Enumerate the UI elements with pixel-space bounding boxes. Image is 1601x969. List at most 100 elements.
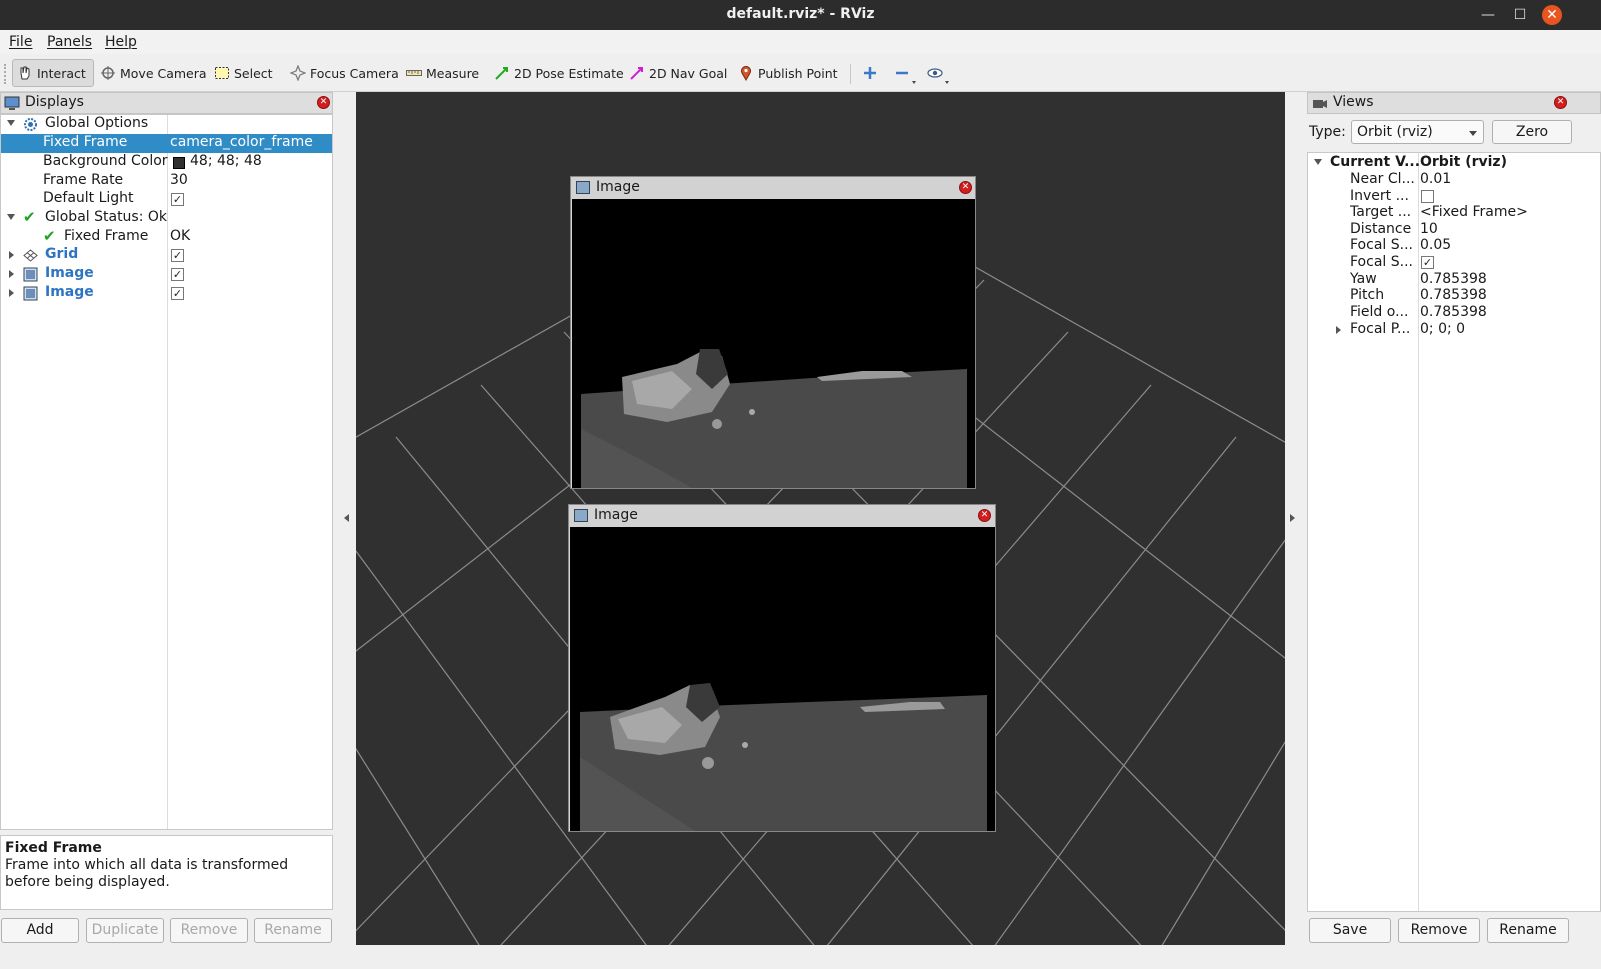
tree-row-focal-shape-fixed[interactable]: Focal S... ✓ <box>1308 254 1600 271</box>
image-2-label: Image <box>45 284 94 300</box>
tree-row-near-clip[interactable]: Near Cl... 0.01 <box>1308 171 1600 188</box>
current-view-value: Orbit (rviz) <box>1420 154 1507 170</box>
expand-arrow-icon[interactable] <box>1336 326 1341 334</box>
prop-value[interactable]: 0; 0; 0 <box>1420 321 1465 337</box>
collapse-arrow-icon[interactable] <box>7 214 15 220</box>
nav-goal-button[interactable]: 2D Nav Goal <box>625 59 731 87</box>
focus-camera-button[interactable]: Focus Camera <box>286 59 403 87</box>
publish-point-button[interactable]: Publish Point <box>734 59 842 87</box>
green-arrow-icon <box>494 65 510 81</box>
image-window-bottom[interactable]: Image ✕ <box>568 504 996 832</box>
tree-row-frame-rate[interactable]: Frame Rate 30 <box>1 172 332 191</box>
focal-shape-checkbox[interactable]: ✓ <box>1421 256 1434 269</box>
tree-row-grid[interactable]: Grid ✓ <box>1 246 332 265</box>
remove-tool-button[interactable] <box>890 59 916 87</box>
image-window-bottom-title: Image <box>594 507 638 523</box>
displays-close-icon[interactable]: ✕ <box>317 96 330 109</box>
tree-row-pitch[interactable]: Pitch 0.785398 <box>1308 287 1600 304</box>
toolbar-grip[interactable] <box>4 64 8 84</box>
fixed-frame-value[interactable]: camera_color_frame <box>170 134 313 150</box>
add-tool-button[interactable] <box>858 59 882 87</box>
menu-help[interactable]: Help <box>105 34 137 50</box>
collapse-right-icon[interactable] <box>1290 514 1295 522</box>
tree-row-global-status[interactable]: ✔ Global Status: Ok <box>1 208 332 228</box>
view-type-select[interactable]: Orbit (rviz) <box>1351 120 1484 144</box>
select-tool-button[interactable]: Select <box>210 59 277 87</box>
image-window-bottom-header[interactable]: Image ✕ <box>569 505 995 527</box>
collapse-arrow-icon[interactable] <box>7 120 15 126</box>
prop-value[interactable]: 0.05 <box>1420 237 1451 253</box>
description-text: Frame into which all data is transformed… <box>5 857 289 890</box>
left-splitter[interactable] <box>334 92 356 945</box>
tree-row-distance[interactable]: Distance 10 <box>1308 221 1600 238</box>
rename-view-button[interactable]: Rename <box>1487 918 1569 943</box>
prop-value[interactable]: 0.01 <box>1420 171 1451 187</box>
move-camera-button[interactable]: Move Camera <box>96 59 211 87</box>
grid-checkbox[interactable]: ✓ <box>171 249 184 262</box>
views-tree: Current V... Orbit (rviz) Near Cl... 0.0… <box>1307 152 1601 912</box>
menu-file[interactable]: File <box>9 34 32 50</box>
views-panel-header: Views ✕ <box>1307 92 1601 114</box>
right-splitter[interactable] <box>1285 92 1307 945</box>
tree-row-image-2[interactable]: Image ✓ <box>1 284 332 303</box>
remove-display-button[interactable]: Remove <box>170 918 248 943</box>
pose-estimate-button[interactable]: 2D Pose Estimate <box>490 59 628 87</box>
tree-row-global-options[interactable]: Global Options <box>1 115 332 134</box>
image-window-top-close-icon[interactable]: ✕ <box>959 181 972 194</box>
render-viewport[interactable]: Image ✕ Image ✕ <box>356 92 1285 945</box>
menu-panels[interactable]: Panels <box>47 34 92 50</box>
prop-value[interactable]: 0.785398 <box>1420 287 1487 303</box>
prop-value[interactable]: <Fixed Frame> <box>1420 204 1528 220</box>
prop-value[interactable]: 10 <box>1420 221 1438 237</box>
rename-display-button[interactable]: Rename <box>254 918 332 943</box>
image-window-top-title: Image <box>596 179 640 195</box>
tree-row-focal-shape-size[interactable]: Focal S... 0.05 <box>1308 237 1600 254</box>
interact-tool-button[interactable]: Interact <box>12 59 94 87</box>
prop-value[interactable]: 0.785398 <box>1420 304 1487 320</box>
frame-rate-value[interactable]: 30 <box>170 172 188 188</box>
close-icon[interactable]: ✕ <box>1542 5 1562 25</box>
invert-checkbox[interactable] <box>1421 190 1434 203</box>
add-button[interactable]: Add <box>1 918 79 943</box>
tree-row-background-color[interactable]: Background Color 48; 48; 48 <box>1 153 332 172</box>
frame-rate-key: Frame Rate <box>43 172 124 188</box>
measure-button[interactable]: Measure <box>402 59 483 87</box>
image-window-top-header[interactable]: Image ✕ <box>571 177 975 199</box>
expand-arrow-icon[interactable] <box>9 251 14 259</box>
image-window-top[interactable]: Image ✕ <box>570 176 976 489</box>
views-close-icon[interactable]: ✕ <box>1554 96 1567 109</box>
current-view-key: Current V... <box>1330 154 1421 170</box>
zero-button[interactable]: Zero <box>1492 120 1572 144</box>
tree-row-fixed-frame[interactable]: Fixed Frame camera_color_frame <box>1 134 332 153</box>
maximize-icon[interactable]: ☐ <box>1510 5 1530 25</box>
tree-row-status-fixed-frame[interactable]: ✔ Fixed Frame OK <box>1 227 332 247</box>
displays-title: Displays <box>25 94 84 110</box>
tree-row-image-1[interactable]: Image ✓ <box>1 265 332 284</box>
duplicate-button[interactable]: Duplicate <box>86 918 164 943</box>
minus-icon <box>894 65 916 84</box>
expand-arrow-icon[interactable] <box>9 270 14 278</box>
minimize-icon[interactable]: — <box>1478 5 1498 25</box>
tree-row-yaw[interactable]: Yaw 0.785398 <box>1308 271 1600 288</box>
tree-row-current-view[interactable]: Current V... Orbit (rviz) <box>1308 154 1600 171</box>
prop-value[interactable]: 0.785398 <box>1420 271 1487 287</box>
tree-row-focal-point[interactable]: Focal P... 0; 0; 0 <box>1308 321 1600 338</box>
collapse-left-icon[interactable] <box>344 514 349 522</box>
image-2-checkbox[interactable]: ✓ <box>171 287 184 300</box>
panels-eye-button[interactable] <box>922 59 949 87</box>
image-window-bottom-close-icon[interactable]: ✕ <box>978 509 991 522</box>
rviz-window: default.rviz* - RViz — ☐ ✕ File Panels H… <box>0 0 1601 969</box>
collapse-arrow-icon[interactable] <box>1314 159 1322 165</box>
color-swatch[interactable] <box>173 157 185 169</box>
image-1-checkbox[interactable]: ✓ <box>171 268 184 281</box>
default-light-checkbox[interactable]: ✓ <box>171 193 184 206</box>
tree-row-field-of-view[interactable]: Field o... 0.785398 <box>1308 304 1600 321</box>
expand-arrow-icon[interactable] <box>9 289 14 297</box>
tree-row-default-light[interactable]: Default Light ✓ <box>1 190 332 209</box>
image-icon <box>574 509 588 522</box>
background-color-value[interactable]: 48; 48; 48 <box>190 153 262 169</box>
remove-view-button[interactable]: Remove <box>1398 918 1480 943</box>
tree-row-target[interactable]: Target ... <Fixed Frame> <box>1308 204 1600 221</box>
tree-row-invert[interactable]: Invert ... <box>1308 188 1600 205</box>
save-view-button[interactable]: Save <box>1309 918 1391 943</box>
